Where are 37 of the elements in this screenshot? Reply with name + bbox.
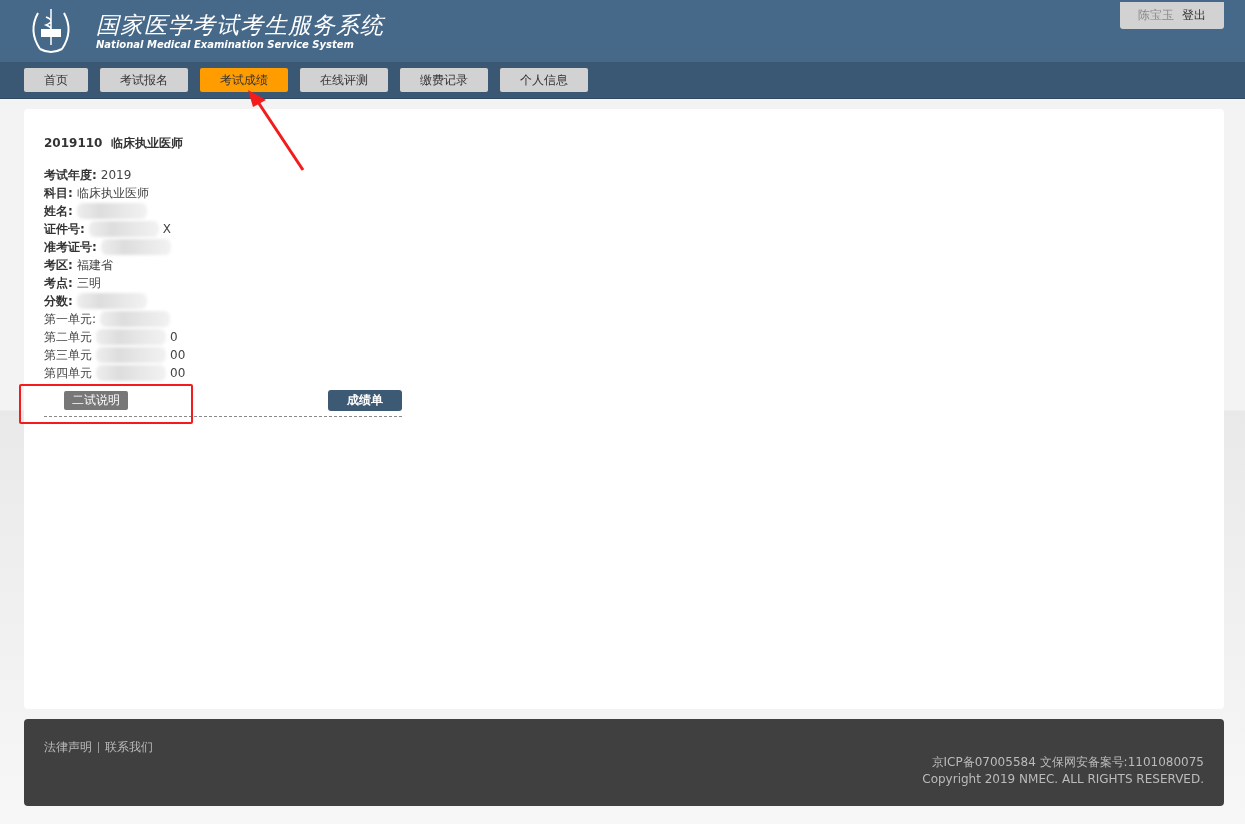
field-label: 考区: bbox=[44, 257, 73, 274]
logout-link[interactable]: 登出 bbox=[1182, 7, 1206, 24]
site-title: 国家医学考试考生服务系统 bbox=[96, 11, 384, 38]
copyright-text: Copyright 2019 NMEC. ALL RIGHTS RESERVED. bbox=[921, 771, 1204, 788]
field-value: X bbox=[162, 221, 172, 238]
field-label: 第一单元: bbox=[44, 311, 97, 328]
footer-link[interactable]: 法律声明 bbox=[44, 739, 92, 756]
field-label: 第二单元 bbox=[44, 329, 92, 346]
score-report-button[interactable]: 成绩单 bbox=[328, 390, 402, 411]
exam-heading: 2019110 临床执业医师 bbox=[44, 135, 184, 152]
field-label: 姓名: bbox=[44, 203, 73, 220]
site-subtitle: National Medical Examination Service System bbox=[96, 37, 355, 51]
field-label: 第三单元 bbox=[44, 347, 92, 364]
field-label: 考试年度: bbox=[44, 167, 97, 184]
field-value: 2019 bbox=[100, 167, 132, 184]
nav-tab[interactable]: 缴费记录 bbox=[400, 68, 488, 92]
exam-note-button[interactable]: 二试说明 bbox=[64, 391, 128, 410]
nav-tab[interactable]: 首页 bbox=[24, 68, 88, 92]
field-label: 考点: bbox=[44, 275, 73, 292]
footer-link[interactable]: 联系我们 bbox=[105, 739, 153, 756]
user-name: 陈宝玉 bbox=[1138, 7, 1174, 24]
field-value: 00 bbox=[170, 365, 186, 382]
field-value: 临床执业医师 bbox=[76, 185, 149, 202]
nav-tab[interactable]: 个人信息 bbox=[500, 68, 588, 92]
field-value: 三明 bbox=[76, 275, 101, 292]
field-label: 科目: bbox=[44, 185, 73, 202]
field-value: 福建省 bbox=[76, 257, 113, 274]
nav-tab[interactable]: 考试报名 bbox=[100, 68, 188, 92]
nav-tab[interactable]: 在线评测 bbox=[300, 68, 388, 92]
field-label: 第四单元 bbox=[44, 365, 92, 382]
nav-tab[interactable]: 考试成绩 bbox=[200, 68, 288, 92]
field-label: 准考证号: bbox=[44, 239, 97, 256]
icp-text: 京ICP备07005584 文保网安备案号:1101080075 bbox=[930, 754, 1204, 771]
field-value: 0 bbox=[170, 329, 178, 346]
field-label: 分数: bbox=[44, 293, 73, 310]
field-label: 证件号: bbox=[44, 221, 85, 238]
field-value: 00 bbox=[170, 347, 186, 364]
